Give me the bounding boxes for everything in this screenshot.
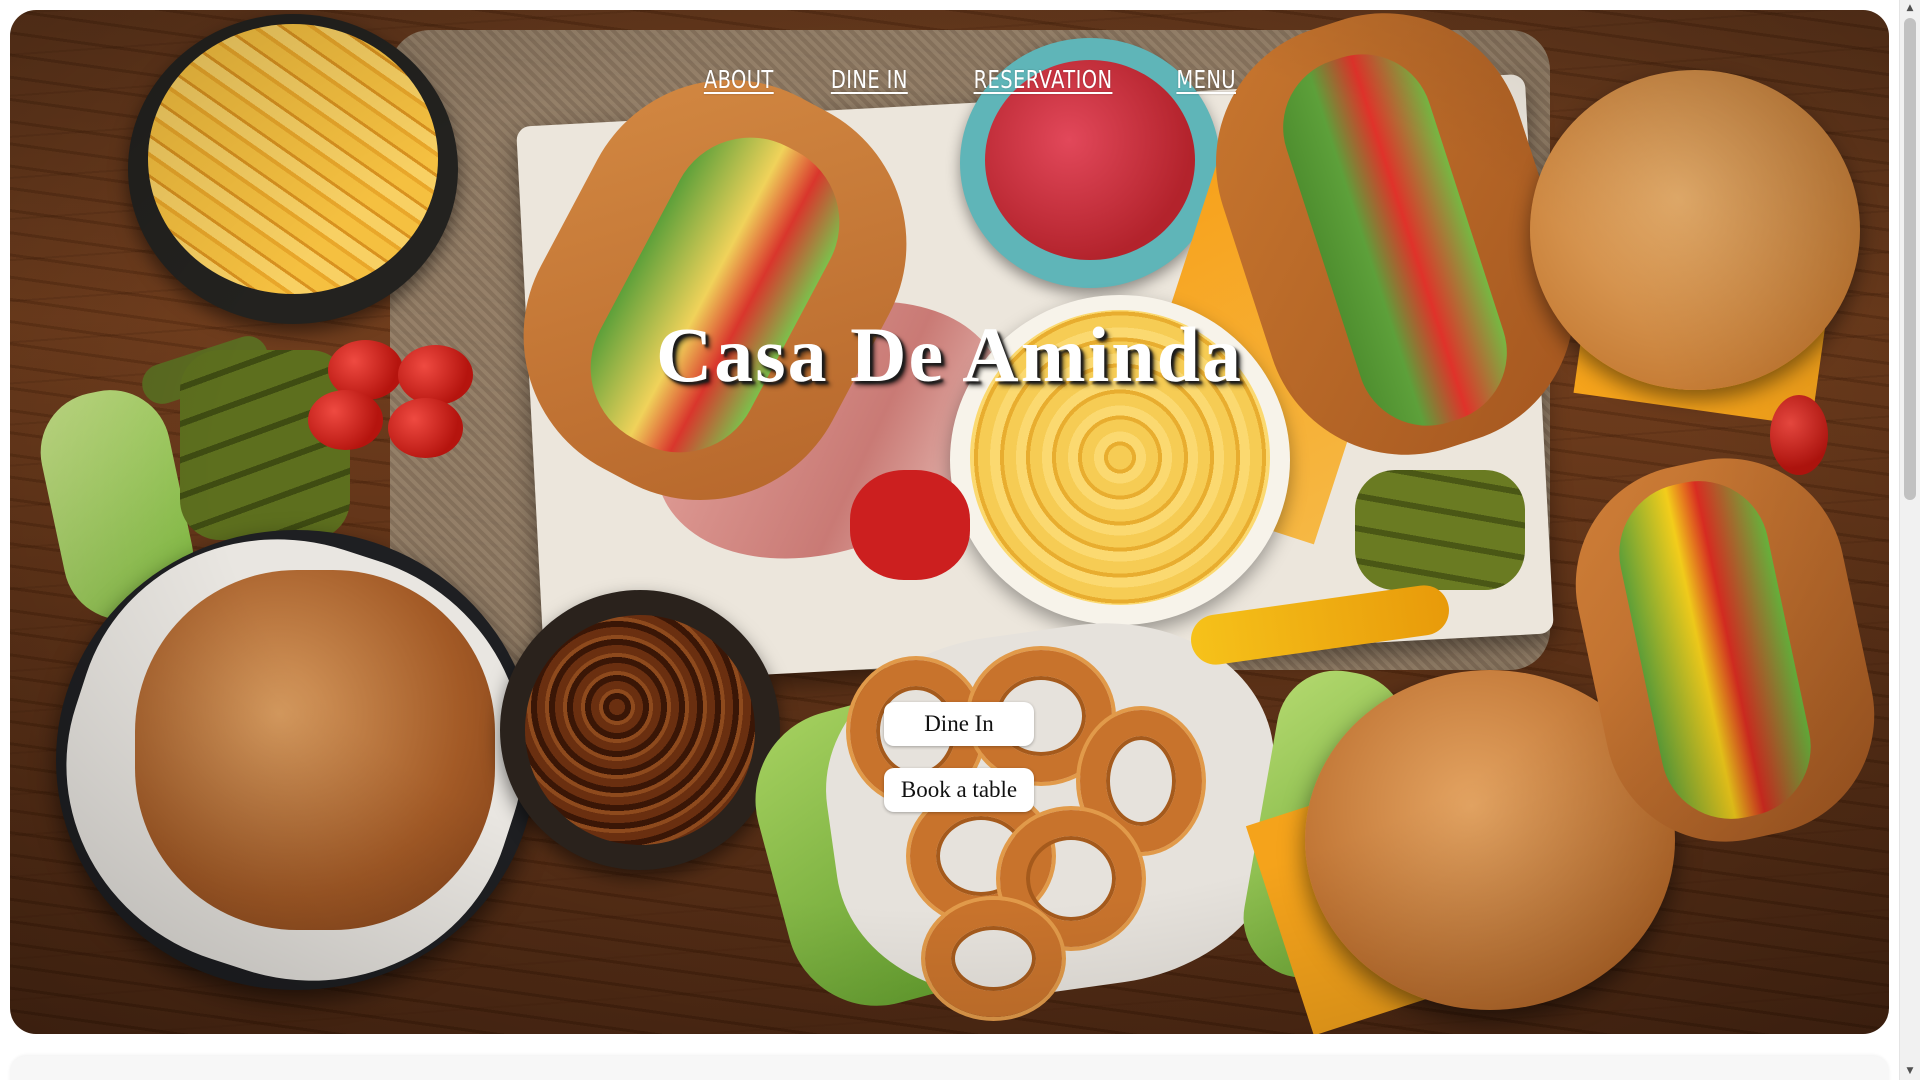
- page-scrollbar[interactable]: ▲ ▼: [1899, 0, 1920, 1080]
- nav-dine-in-link[interactable]: DINE IN: [831, 65, 908, 94]
- book-table-button[interactable]: Book a table: [884, 768, 1034, 812]
- dine-in-button[interactable]: Dine In: [884, 702, 1034, 746]
- page: ABOUT DINE IN RESERVATION MENU Casa De A…: [0, 0, 1920, 1080]
- hero-banner: ABOUT DINE IN RESERVATION MENU Casa De A…: [10, 10, 1889, 1034]
- scrollbar-thumb[interactable]: [1904, 18, 1916, 500]
- scroll-up-icon[interactable]: ▲: [1900, 0, 1920, 17]
- next-section-panel: [10, 1056, 1889, 1080]
- nav-about-link[interactable]: ABOUT: [704, 65, 774, 94]
- vignette-overlay: [10, 10, 1889, 1034]
- nav-reservation-link[interactable]: RESERVATION: [974, 65, 1113, 94]
- restaurant-title: Casa De Aminda: [655, 311, 1244, 398]
- main-nav: ABOUT DINE IN RESERVATION MENU: [10, 65, 1889, 94]
- nav-menu-link[interactable]: MENU: [1177, 65, 1237, 94]
- scroll-down-icon[interactable]: ▼: [1900, 1063, 1920, 1080]
